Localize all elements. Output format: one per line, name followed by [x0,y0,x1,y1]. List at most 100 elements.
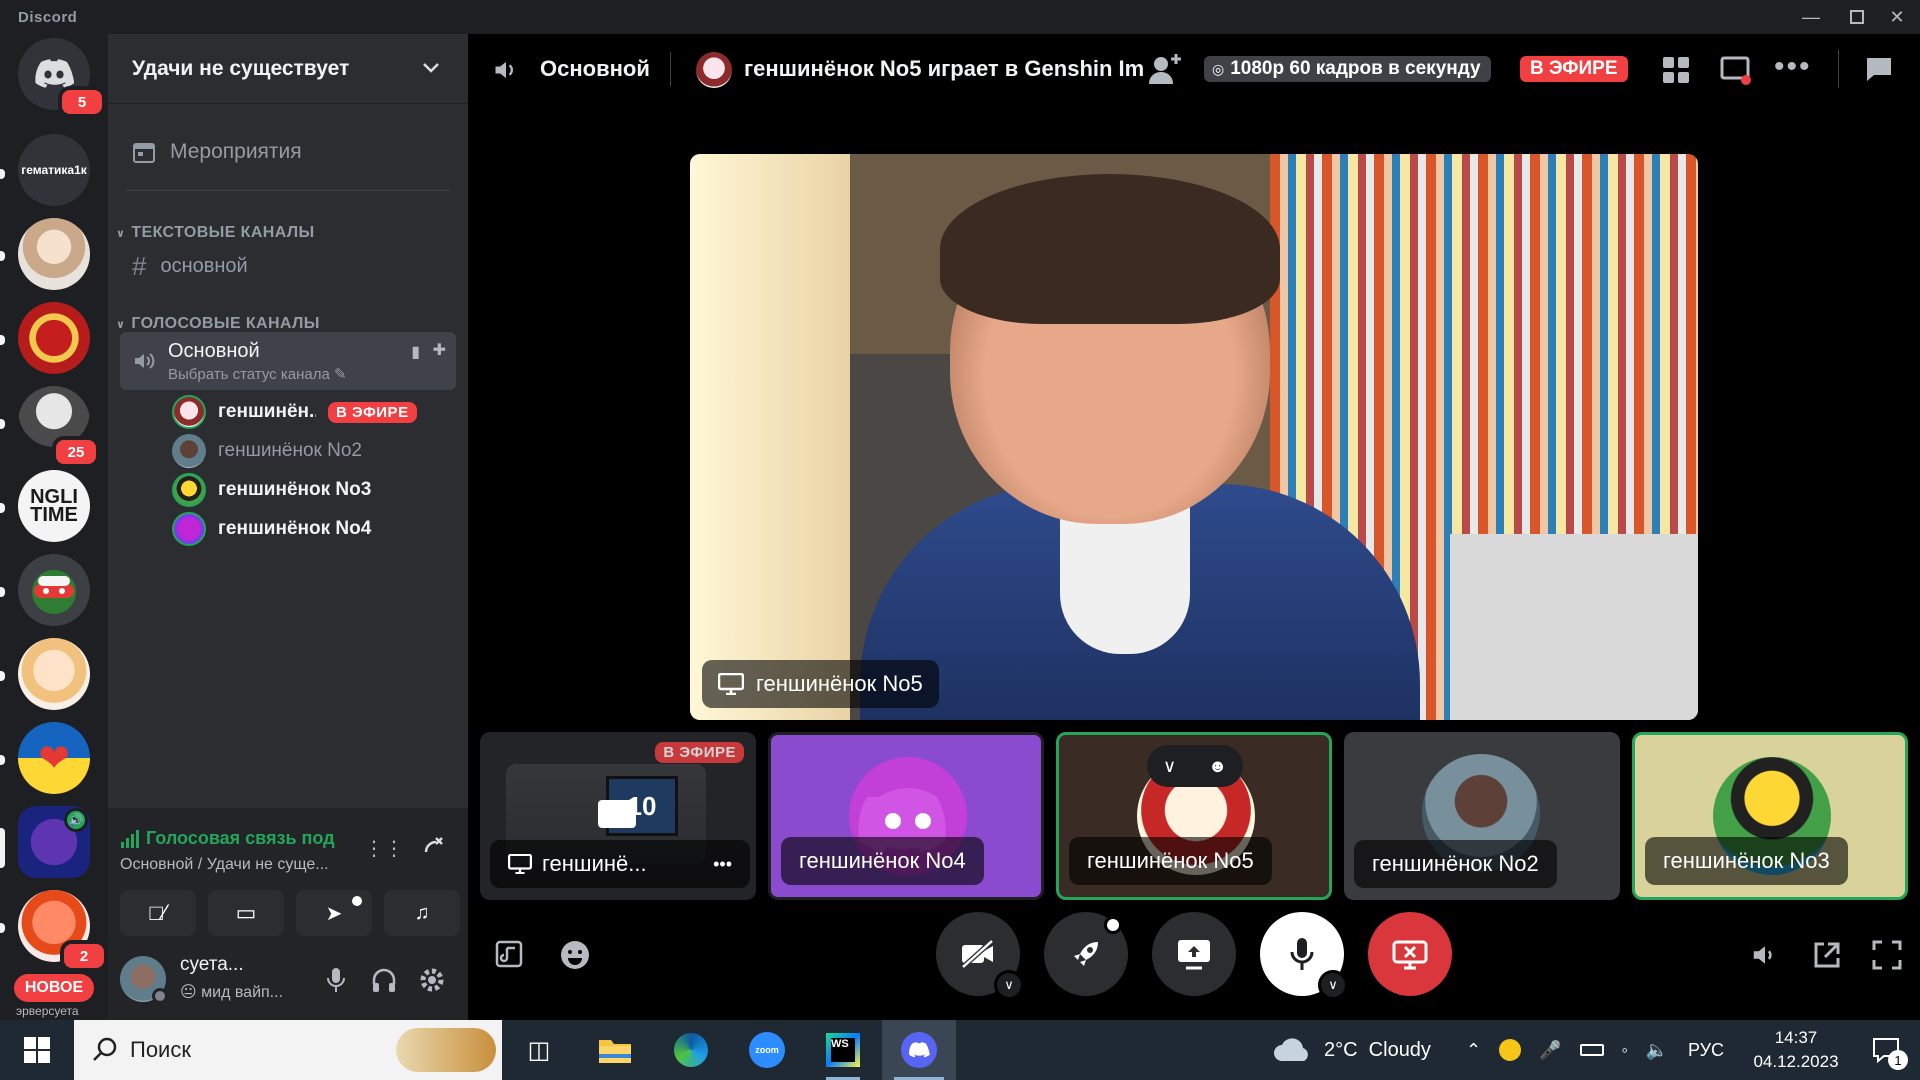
stage-label: геншинёнок No5 [702,660,939,708]
antivirus-icon[interactable] [1499,1039,1522,1061]
unread-pill [0,923,5,933]
fox-badge: 2 [60,940,108,972]
discord-app[interactable] [882,1020,956,1080]
soundboard-icon: ♫ [414,901,430,924]
notifications-button[interactable]: 1 [1852,1020,1920,1080]
volume-tray-icon[interactable]: 🔈 [1646,1040,1668,1061]
noise-suppression-icon[interactable]: ⋮⋮ [364,836,404,861]
edge-app[interactable] [654,1020,728,1080]
server-english-time[interactable]: NGLI TIME [18,470,90,542]
participant-tile-no2[interactable]: геншинёнок No2 [1344,732,1620,900]
tile-label: геншинёнок No2 [1354,840,1557,888]
activities-button[interactable]: ➤ [296,890,372,936]
chat-icon[interactable]: ▮ [411,342,420,362]
participant-tile-no5[interactable]: ∨ ☻ геншинёнок No5 [1056,732,1332,900]
voice-status-row[interactable]: Голосовая связь под [120,828,335,849]
chevron-up-icon[interactable]: ⌃ [1466,1040,1481,1061]
voice-user-3[interactable]: геншинёнок No3 [172,473,371,507]
users-icon[interactable]: ☻ [1208,756,1227,777]
live-badge: В ЭФИРЕ [1520,56,1628,82]
unread-pill [0,251,5,261]
chevron-down-icon[interactable]: ∨ [994,970,1024,1000]
activities-button[interactable] [1044,912,1128,996]
screen-share-button[interactable]: ▭ [208,890,284,936]
disconnect-icon[interactable] [420,832,450,862]
voice-user-1[interactable]: геншинён... В ЭФИРЕ [172,395,417,429]
grid-view-icon[interactable] [1662,56,1690,84]
weather-widget[interactable]: 2°C Cloudy [1272,1020,1431,1080]
mic-icon[interactable] [324,966,348,994]
voice-category[interactable]: ∨ ГОЛОСОВЫЕ КАНАЛЫ [116,315,320,333]
webstorm-app[interactable]: WS [806,1020,880,1080]
wifi-icon[interactable]: ◦ [1622,1040,1628,1061]
soundboard-icon [495,940,523,968]
start-button[interactable] [0,1020,74,1080]
language-indicator[interactable]: РУС [1688,1020,1724,1080]
task-view-button[interactable]: ◫ [502,1020,576,1080]
search-icon [93,1037,117,1061]
guild-header[interactable]: Удачи не существует [108,34,468,104]
more-options-icon[interactable]: ••• [1774,50,1812,84]
emoji-button[interactable] [558,938,592,972]
clock[interactable]: 14:37 04.12.2023 [1746,1026,1846,1074]
stream-preview-icon[interactable] [1720,54,1752,86]
settings-gear-icon[interactable] [418,966,446,994]
chevron-down-icon[interactable]: ∨ [1318,970,1348,1000]
voice-channel-osnovnoy[interactable]: Основной Выбрать статус канала ✎ ▮ ✚ [120,332,456,390]
webstorm-label: WS [831,1038,855,1062]
participant-tile-stream[interactable]: 10 В ЭФИРЕ геншинё... ••• [480,732,756,900]
voice-channel-status[interactable]: Выбрать статус канала ✎ [168,365,347,383]
server-ukraine[interactable]: ❤ [18,722,90,794]
microphone-tray-icon[interactable]: 🎤 [1539,1040,1561,1061]
disconnect-button[interactable] [1368,912,1452,996]
camera-toggle-button[interactable]: ∨ [936,912,1024,1000]
screen-share-button[interactable] [1152,912,1236,996]
server-rail: 5 гематика1к 25 NGLI TIME ❤ 🔊 2 НОВОЕ эрв… [0,34,108,1020]
minimize-button[interactable]: — [1788,0,1834,34]
participant-tile-no3[interactable]: геншинёнок No3 [1632,732,1908,900]
server-avatar-girl[interactable] [18,218,90,290]
guild-name: Удачи не существует [132,56,350,80]
explorer-app[interactable] [578,1020,652,1080]
server-coat-of-arms[interactable] [18,302,90,374]
tile-hover-menu[interactable]: ∨ ☻ [1147,745,1243,787]
taskbar-search[interactable]: Поиск [74,1020,502,1080]
invite-icon[interactable]: ✚ [433,340,446,360]
tile-label: геншинёнок No4 [781,837,984,885]
camera-button[interactable]: □⁄ [120,890,196,936]
new-badge[interactable]: НОВОЕ [14,974,94,1002]
main-video-feed[interactable]: геншинёнок No5 [690,154,1698,720]
chat-icon[interactable] [1864,54,1894,84]
popout-button[interactable] [1810,938,1844,972]
soundboard-button[interactable]: ♫ [384,890,460,936]
text-category[interactable]: ∨ ТЕКСТОВЫЕ КАНАЛЫ [116,224,315,242]
voice-user-4[interactable]: геншинёнок No4 [172,512,371,546]
channel-osnovnoy-text[interactable]: # основной [120,246,456,286]
voice-status-label: Голосовая связь под [146,828,335,848]
server-green-mascot[interactable] [18,554,90,626]
server-anime-blonde[interactable] [18,638,90,710]
close-button[interactable]: ✕ [1874,0,1920,34]
search-placeholder: Поиск [130,1037,191,1062]
leave-call-icon [1392,940,1428,970]
volume-button[interactable] [1748,938,1782,972]
add-person-icon[interactable] [1148,52,1184,86]
signal-icon [121,829,139,848]
mic-button[interactable]: ∨ [1260,912,1348,1000]
language-text: РУС [1688,1039,1725,1060]
voice-user-2[interactable]: геншинёнок No2 [172,434,362,468]
server-gematika[interactable]: гематика1к [18,134,90,206]
events-item[interactable]: Мероприятия [120,130,456,174]
screen-share-icon [508,854,532,874]
tile-label: геншинё... ••• [490,840,750,888]
more-options-icon[interactable]: ••• [713,854,732,875]
task-view-icon: ◫ [527,1036,551,1064]
zoom-app[interactable]: zoom [730,1020,804,1080]
soundboard-button[interactable] [494,938,528,972]
headphones-icon[interactable] [370,966,398,994]
chevron-down-icon[interactable]: ∨ [1163,756,1176,777]
stage-header: Основной геншинёнок No5 играет в Genshin… [468,34,1920,104]
fullscreen-button[interactable] [1870,938,1904,972]
battery-icon[interactable] [1579,1044,1604,1056]
participant-tile-no4[interactable]: геншинёнок No4 [768,732,1044,900]
